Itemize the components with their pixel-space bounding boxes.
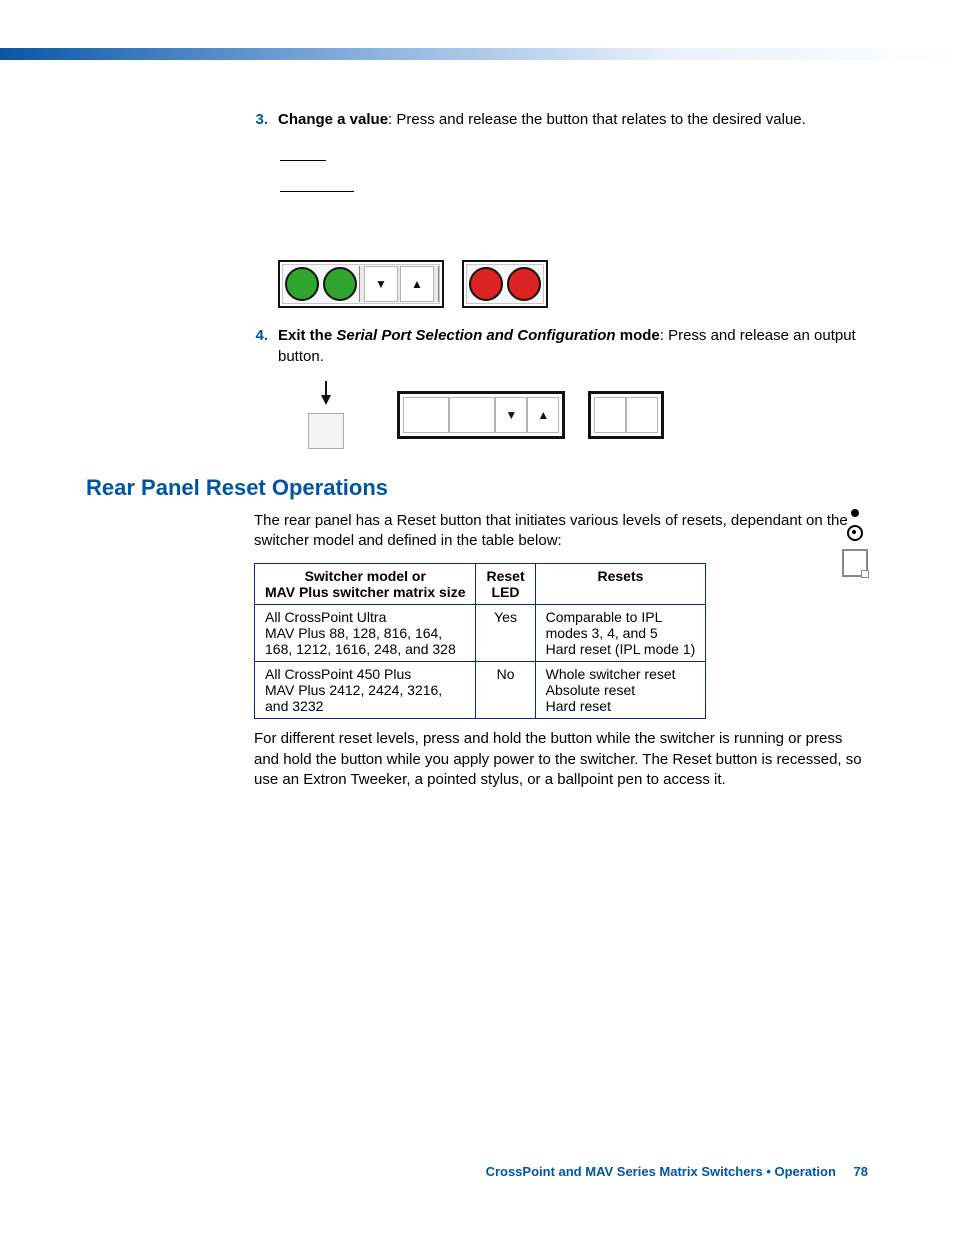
page-number: 78 — [854, 1164, 868, 1179]
arrow-stem — [325, 381, 327, 395]
page-footer: CrossPoint and MAV Series Matrix Switche… — [0, 1164, 954, 1179]
red-button-1 — [469, 267, 503, 301]
step-4-number: 4. — [246, 326, 268, 367]
step-4: 4. Exit the Serial Port Selection and Co… — [246, 326, 868, 367]
green-button-1 — [285, 267, 319, 301]
step-3: 3. Change a value: Press and release the… — [246, 110, 868, 130]
reset-modes-table: Switcher model or MAV Plus switcher matr… — [254, 563, 706, 719]
outro-paragraph: For different reset levels, press and ho… — [254, 729, 868, 790]
intro-paragraph: The rear panel has a Reset button that i… — [254, 511, 868, 552]
header-gradient-band — [0, 48, 954, 60]
footer-title: CrossPoint and MAV Series Matrix Switche… — [486, 1164, 836, 1179]
step-3-lead: Change a value — [278, 111, 388, 128]
table-row: All CrossPoint Ultra MAV Plus 88, 128, 8… — [255, 605, 706, 662]
panel-red — [462, 260, 548, 308]
panel-green: ▼ ▲ — [278, 260, 444, 308]
th-model: Switcher model or MAV Plus switcher matr… — [255, 564, 476, 605]
table-row: All CrossPoint 450 Plus MAV Plus 2412, 2… — [255, 662, 706, 719]
led-dot-icon — [851, 509, 859, 517]
panel-display: ▼ ▲ — [397, 391, 565, 439]
port-icon — [842, 549, 868, 577]
arrow-down-icon — [321, 395, 331, 405]
press-output-button — [308, 413, 344, 449]
down-arrow-button: ▼ — [364, 266, 398, 302]
figure-output-button: ▼ ▲ — [308, 381, 868, 449]
th-resets: Resets — [535, 564, 706, 605]
section-heading-rear-panel-reset: Rear Panel Reset Operations — [86, 475, 868, 501]
step-4-mode-suffix: mode — [616, 327, 660, 344]
step-4-lead: Exit the — [278, 327, 336, 344]
th-led: Reset LED — [476, 564, 535, 605]
step-3-rest: : Press and release the button that rela… — [388, 111, 806, 128]
green-button-2 — [323, 267, 357, 301]
panel-small — [588, 391, 664, 439]
step-4-mode-name: Serial Port Selection and Configuration — [336, 327, 615, 344]
step-3-number: 3. — [246, 110, 268, 130]
reset-button-icon — [847, 525, 863, 541]
figure-value-buttons: ▼ ▲ — [278, 260, 868, 308]
up-arrow-icon: ▲ — [527, 397, 559, 433]
up-arrow-button: ▲ — [400, 266, 434, 302]
blank-fill-lines — [280, 160, 868, 192]
down-arrow-icon: ▼ — [495, 397, 527, 433]
red-button-2 — [507, 267, 541, 301]
